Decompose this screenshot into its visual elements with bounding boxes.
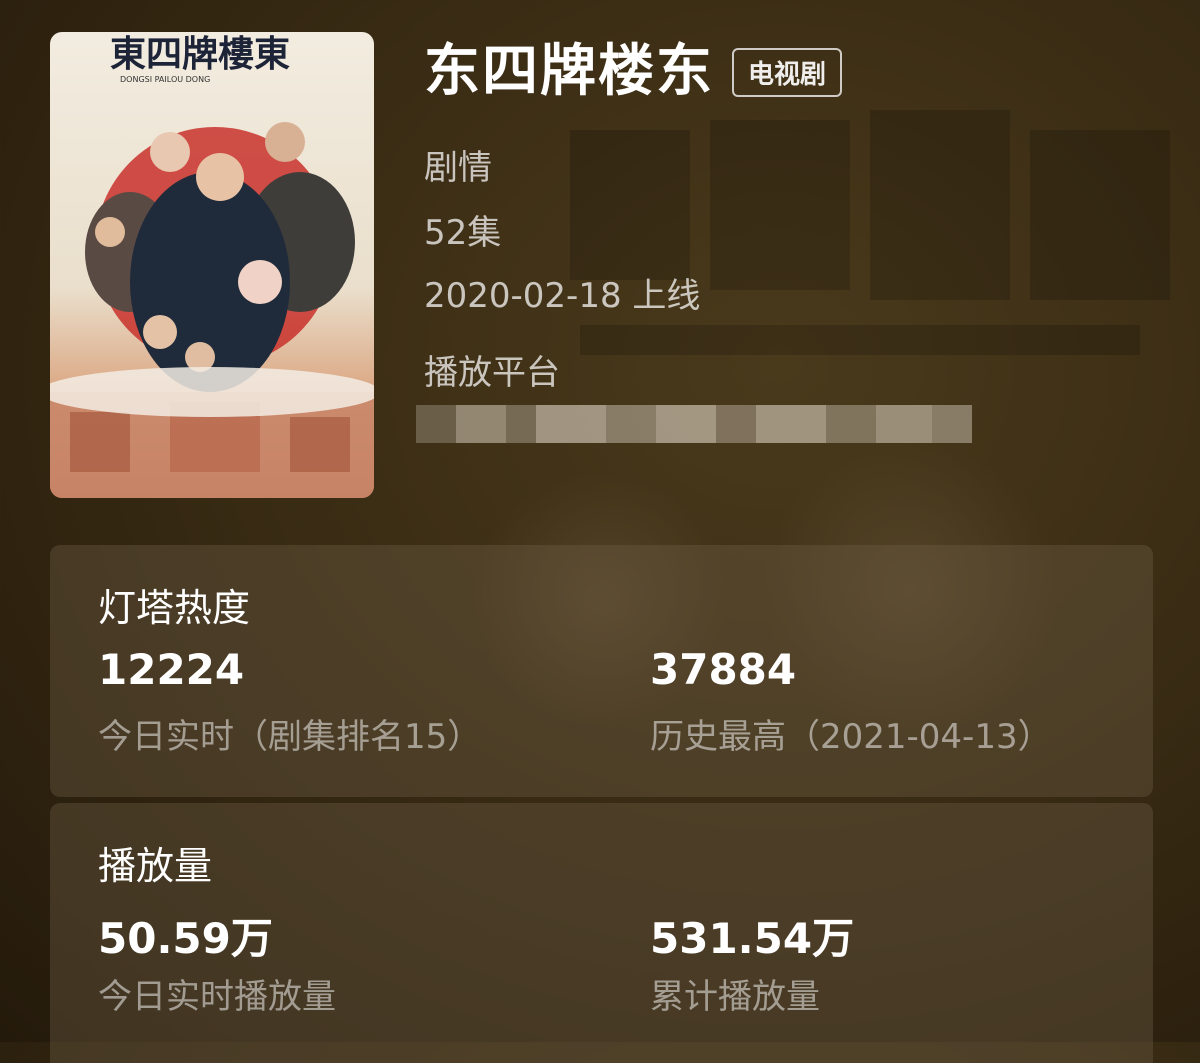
poster-title: 東四牌樓東	[110, 33, 290, 75]
heat-title: 灯塔热度	[98, 586, 251, 630]
plays-total-value: 531.54万	[650, 914, 855, 963]
platform-label: 播放平台	[424, 353, 560, 393]
release-date: 2020-02-18 上线	[424, 276, 701, 316]
plays-total-label: 累计播放量	[650, 977, 820, 1017]
heat-peak-label: 历史最高（2021-04-13）	[650, 717, 1052, 757]
heat-card[interactable]: 灯塔热度 12224 今日实时（剧集排名15） 37884 历史最高（2021-…	[50, 545, 1153, 797]
genre-text: 剧情	[424, 148, 492, 188]
type-badge: 电视剧	[732, 47, 843, 97]
poster-subtitle: DONGSI PAILOU DONG	[120, 75, 210, 84]
background-watermark	[570, 110, 1170, 355]
play-count-title: 播放量	[98, 844, 213, 888]
episode-count: 52集	[424, 213, 502, 253]
heat-today-value: 12224	[98, 645, 245, 694]
heat-today-label: 今日实时（剧集排名15）	[98, 717, 482, 757]
title-row: 东四牌楼东 电视剧	[424, 39, 843, 104]
plays-today-label: 今日实时播放量	[98, 977, 336, 1017]
heat-peak-value: 37884	[650, 645, 797, 694]
show-title: 东四牌楼东	[424, 39, 714, 104]
play-count-card[interactable]: 播放量 50.59万 今日实时播放量 531.54万 累计播放量	[50, 803, 1153, 1063]
platform-list-blurred	[416, 405, 972, 443]
poster-image[interactable]: 東四牌樓東 DONGSI PAILOU DONG	[50, 32, 374, 498]
plays-today-value: 50.59万	[98, 914, 273, 963]
